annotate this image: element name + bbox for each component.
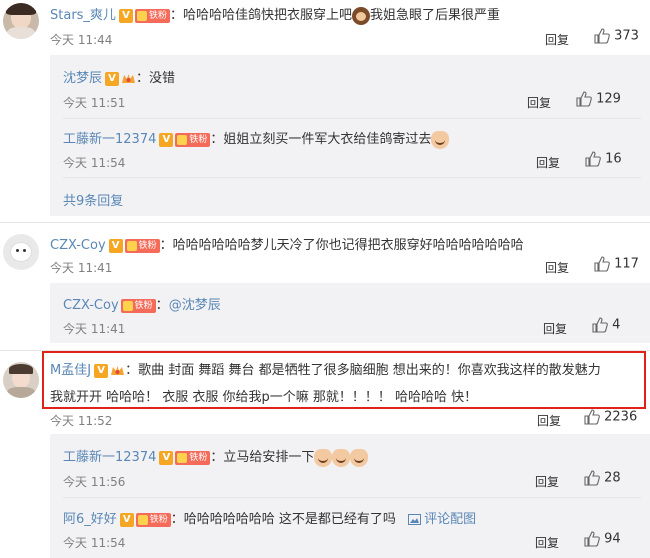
reply-text: ：没错: [136, 71, 176, 86]
verified-v-icon: V: [159, 132, 174, 147]
username-link[interactable]: 沈梦辰: [63, 71, 102, 86]
comment-text-cont: 我姐急眼了后果很严重: [369, 8, 500, 23]
like-count: 117: [614, 256, 639, 272]
reply-button[interactable]: 回复: [535, 534, 559, 551]
like-button[interactable]: 373: [594, 28, 639, 44]
comment-header: M孟佳J V ：歌曲 封面 舞蹈 舞台 都是牺牲了很多脑细胞 想出来的！你喜欢我这样…: [50, 359, 601, 378]
divider: [63, 177, 641, 178]
username-link[interactable]: 工藤新一12374: [63, 450, 156, 465]
reply-text: ：哈哈哈哈哈哈哈 这不是都已经有了吗: [170, 512, 396, 527]
reply-text: ：姐姐立刻买一件军大衣给佳鸽寄过去: [210, 132, 432, 147]
comment-text: ：哈哈哈哈佳鸽快把衣服穿上吧: [169, 8, 352, 23]
comment-text: ：歌曲 封面 舞蹈 舞台 都是牺牲了很多脑细胞 想出来的！你喜欢我这样的散发魅力: [125, 363, 601, 378]
like-button[interactable]: 4: [592, 317, 620, 333]
reply-header: 工藤新一12374 V 铁粉 ：立马给安排一下: [63, 446, 369, 467]
reply-button[interactable]: 回复: [536, 154, 560, 171]
reply-button[interactable]: 回复: [537, 412, 561, 429]
timestamp: 今天 11:44: [50, 33, 113, 47]
reply-header: 阿6_好好 V 铁粉 ：哈哈哈哈哈哈哈 这不是都已经有了吗 评论配图: [63, 508, 476, 527]
fan-badge: 铁粉: [134, 8, 170, 23]
monkey-emoji-icon: [351, 6, 370, 25]
mention-link[interactable]: @沈梦辰: [169, 298, 221, 313]
verified-v-icon: V: [118, 8, 133, 23]
comment-header: Stars_爽儿 V 铁粉 ：哈哈哈哈佳鸽快把衣服穿上吧 我姐急眼了后果很严重: [50, 4, 500, 25]
divider: [63, 118, 641, 119]
timestamp: 今天 11:56: [63, 475, 126, 489]
fan-badge: 铁粉: [175, 450, 211, 465]
timestamp: 今天 11:41: [63, 322, 126, 336]
cat-emoji-icon: [332, 448, 351, 467]
verified-v-icon: V: [159, 450, 174, 465]
like-button[interactable]: 117: [594, 256, 639, 272]
thumbs-up-icon: [584, 470, 600, 486]
divider: [63, 497, 641, 498]
thumbs-up-icon: [584, 409, 600, 425]
thumbs-up-icon: [585, 151, 601, 167]
crown-badge-icon: [111, 366, 125, 375]
reply-button[interactable]: 回复: [543, 320, 567, 337]
thumbs-up-icon: [584, 531, 600, 547]
comment-pic-label: 评论配图: [424, 512, 477, 527]
like-button[interactable]: 28: [584, 470, 621, 486]
like-button[interactable]: 16: [585, 151, 622, 167]
reply-header: CZX-Coy 铁粉 ：@沈梦辰: [63, 294, 221, 313]
like-count: 4: [612, 317, 621, 333]
timestamp: 今天 11:41: [50, 261, 113, 275]
username-link[interactable]: 阿6_好好: [63, 512, 117, 527]
verified-v-icon: V: [105, 71, 120, 86]
thumbs-up-icon: [594, 256, 610, 272]
divider: [0, 222, 650, 223]
fan-badge: 铁粉: [120, 298, 156, 313]
username-link[interactable]: M孟佳J: [50, 363, 91, 378]
crown-badge-icon: [122, 74, 136, 83]
reply-header: 沈梦辰 V ：没错: [63, 67, 175, 86]
comment-text: ：哈哈哈哈哈哈梦儿天冷了你也记得把衣服穿好哈哈哈哈哈哈哈: [159, 238, 524, 253]
comment-pic-link[interactable]: 评论配图: [408, 512, 476, 527]
verified-v-icon: V: [94, 363, 109, 378]
like-count: 2236: [604, 409, 638, 425]
username-link[interactable]: Stars_爽儿: [50, 8, 116, 23]
like-count: 28: [604, 470, 621, 486]
timestamp: 今天 11:52: [50, 414, 113, 428]
like-button[interactable]: 129: [576, 91, 621, 107]
verified-v-icon: V: [119, 512, 134, 527]
like-count: 373: [614, 28, 639, 44]
cat-emoji-icon: [314, 448, 333, 467]
thumbs-up-icon: [594, 28, 610, 44]
fan-badge: 铁粉: [175, 132, 211, 147]
username-link[interactable]: CZX-Coy: [50, 238, 106, 253]
like-count: 94: [604, 531, 621, 547]
fan-badge: 铁粉: [124, 238, 160, 253]
reply-text: ：: [155, 298, 169, 313]
timestamp: 今天 11:54: [63, 536, 126, 550]
reply-button[interactable]: 回复: [527, 94, 551, 111]
cat-emoji-icon: [431, 130, 450, 149]
cat-emoji-icon: [350, 448, 369, 467]
fan-badge: 铁粉: [135, 512, 171, 527]
comment-header: CZX-Coy V 铁粉 ：哈哈哈哈哈哈梦儿天冷了你也记得把衣服穿好哈哈哈哈哈哈哈: [50, 234, 524, 253]
avatar[interactable]: [3, 3, 39, 39]
image-icon: [408, 514, 422, 525]
verified-v-icon: V: [108, 238, 123, 253]
more-replies-link[interactable]: 共9条回复: [63, 190, 123, 209]
reply-header: 工藤新一12374 V 铁粉 ：姐姐立刻买一件军大衣给佳鸽寄过去: [63, 128, 450, 149]
like-button[interactable]: 2236: [584, 409, 637, 425]
reply-button[interactable]: 回复: [545, 31, 569, 48]
timestamp: 今天 11:54: [63, 156, 126, 170]
timestamp: 今天 11:51: [63, 96, 126, 110]
username-link[interactable]: CZX-Coy: [63, 298, 119, 313]
avatar[interactable]: [3, 234, 39, 270]
reply-text: ：立马给安排一下: [210, 450, 315, 465]
thumbs-up-icon: [592, 317, 608, 333]
like-count: 16: [605, 151, 622, 167]
avatar[interactable]: [3, 362, 39, 398]
comment-text-line2: 我就开开 哈哈哈！ 衣服 衣服 你给我p一个嘛 那就！！！！ 哈哈哈哈 快！: [50, 390, 478, 405]
thumbs-up-icon: [576, 91, 592, 107]
like-button[interactable]: 94: [584, 531, 621, 547]
username-link[interactable]: 工藤新一12374: [63, 132, 156, 147]
like-count: 129: [596, 91, 621, 107]
reply-button[interactable]: 回复: [545, 259, 569, 276]
reply-button[interactable]: 回复: [535, 473, 559, 490]
